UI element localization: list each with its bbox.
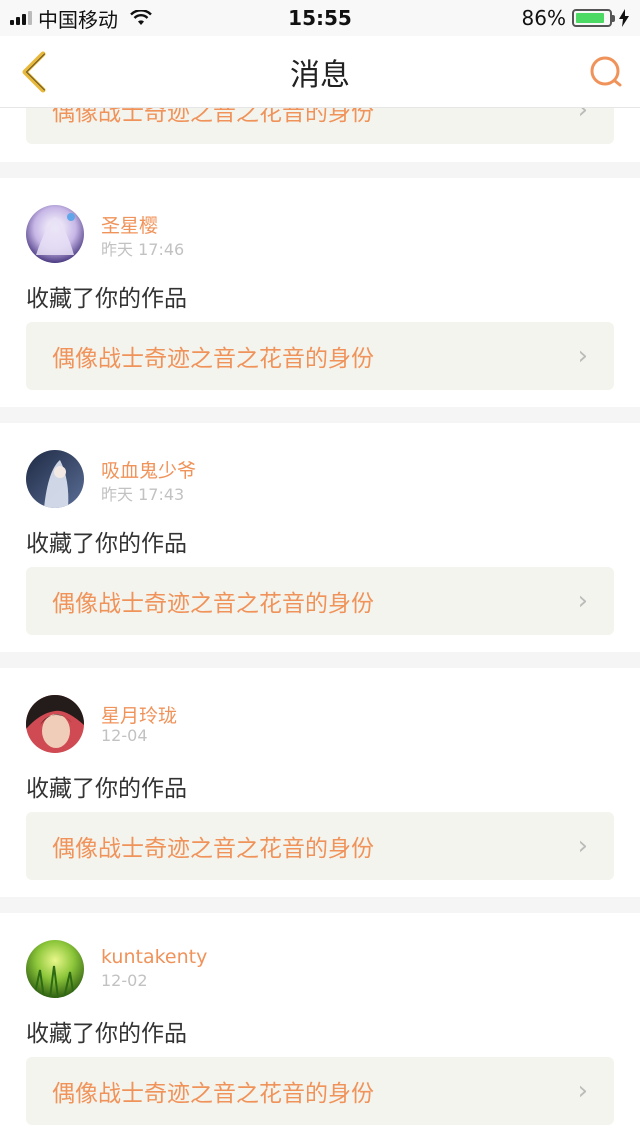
work-link[interactable]: 偶像战士奇迹之音之花音的身份 › [26, 567, 614, 635]
avatar[interactable] [26, 205, 84, 263]
status-bar: 中国移动 15:55 86% [0, 0, 640, 36]
wifi-icon [130, 10, 152, 25]
action-text: 收藏了你的作品 [26, 286, 187, 312]
divider [0, 652, 640, 668]
work-link[interactable]: 偶像战士奇迹之音之花音的身份 › [26, 812, 614, 880]
action-text: 收藏了你的作品 [26, 531, 187, 557]
search-icon [590, 56, 622, 87]
action-text: 收藏了你的作品 [26, 776, 187, 802]
work-link-text: 偶像战士奇迹之音之花音的身份 [52, 836, 374, 862]
username[interactable]: 圣星樱 [101, 211, 158, 238]
username[interactable]: 星月玲珑 [101, 701, 177, 728]
list-item: 吸血鬼少爷 昨天 17:43 收藏了你的作品 偶像战士奇迹之音之花音的身份 › [0, 423, 640, 652]
list-item: kuntakenty 12-02 收藏了你的作品 偶像战士奇迹之音之花音的身份 … [0, 913, 640, 1139]
status-right: 86% [522, 6, 630, 30]
work-link-text: 偶像战士奇迹之音之花音的身份 [52, 346, 374, 372]
work-link-text: 偶像战士奇迹之音之花音的身份 [52, 1081, 374, 1107]
timestamp: 12-02 [101, 971, 148, 990]
work-link-text: 偶像战士奇迹之音之花音的身份 [52, 591, 374, 617]
chevron-left-icon [22, 51, 46, 93]
battery-fill [576, 13, 604, 23]
battery-percent: 86% [521, 6, 566, 30]
divider [0, 162, 640, 178]
carrier-label: 中国移动 [38, 7, 118, 32]
charging-bolt-icon [619, 9, 629, 27]
timestamp: 昨天 17:43 [101, 485, 185, 504]
timestamp: 12-04 [101, 726, 148, 745]
page-title: 消息 [290, 57, 350, 93]
work-link-text: 偶像战士奇迹之音之花音的身份 [52, 108, 374, 126]
list-item-partial: 偶像战士奇迹之音之花音的身份 › [0, 108, 640, 162]
username[interactable]: 吸血鬼少爷 [101, 456, 196, 483]
back-button[interactable] [10, 48, 58, 96]
search-button[interactable] [582, 48, 630, 96]
avatar[interactable] [26, 695, 84, 753]
message-list[interactable]: 偶像战士奇迹之音之花音的身份 › 圣星樱 昨天 17:46 收藏了你的作品 偶像… [0, 108, 640, 1139]
list-item: 星月玲珑 12-04 收藏了你的作品 偶像战士奇迹之音之花音的身份 › [0, 668, 640, 897]
chevron-right-icon: › [577, 831, 588, 861]
signal-icon [10, 11, 32, 25]
avatar[interactable] [26, 940, 84, 998]
work-link[interactable]: 偶像战士奇迹之音之花音的身份 › [26, 108, 614, 144]
nav-bar: 消息 [0, 36, 640, 108]
work-link[interactable]: 偶像战士奇迹之音之花音的身份 › [26, 1057, 614, 1125]
list-item: 圣星樱 昨天 17:46 收藏了你的作品 偶像战士奇迹之音之花音的身份 › [0, 178, 640, 407]
status-left: 中国移动 [10, 4, 152, 33]
chevron-right-icon: › [577, 108, 588, 125]
action-text: 收藏了你的作品 [26, 1021, 187, 1047]
divider [0, 897, 640, 913]
avatar[interactable] [26, 450, 84, 508]
chevron-right-icon: › [577, 586, 588, 616]
divider [0, 407, 640, 423]
chevron-right-icon: › [577, 341, 588, 371]
timestamp: 昨天 17:46 [101, 240, 185, 259]
username[interactable]: kuntakenty [101, 946, 207, 968]
battery-icon [572, 9, 615, 27]
work-link[interactable]: 偶像战士奇迹之音之花音的身份 › [26, 322, 614, 390]
chevron-right-icon: › [577, 1076, 588, 1106]
